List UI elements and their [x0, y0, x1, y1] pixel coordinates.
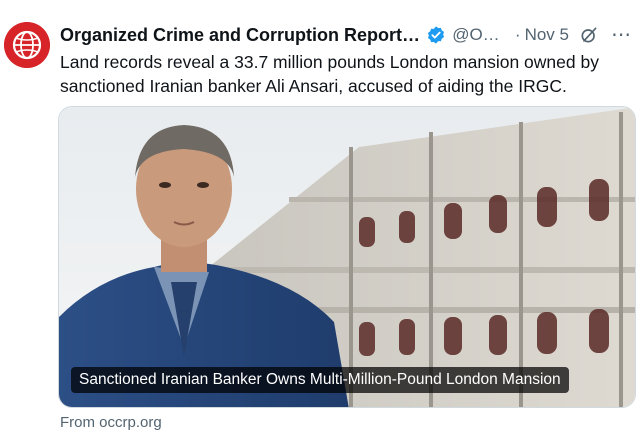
grok-icon[interactable]: [579, 25, 599, 45]
verified-badge-icon: [428, 26, 445, 44]
separator-dot: ·: [514, 25, 521, 44]
card-caption: Sanctioned Iranian Banker Owns Multi-Mil…: [71, 367, 569, 393]
card-image: [59, 107, 635, 407]
timestamp[interactable]: Nov 5: [525, 25, 569, 45]
link-card[interactable]: Sanctioned Iranian Banker Owns Multi-Mil…: [58, 106, 636, 408]
occrp-logo-icon: [4, 22, 50, 68]
more-options-icon[interactable]: ⋯: [611, 25, 632, 45]
tweet-header: Organized Crime and Corruption Reporting…: [60, 22, 632, 48]
tweet-text: Land records reveal a 33.7 million pound…: [60, 52, 599, 96]
display-name[interactable]: Organized Crime and Corruption Reporting…: [60, 25, 420, 46]
avatar[interactable]: [4, 22, 50, 68]
link-source[interactable]: From occrp.org: [60, 414, 162, 431]
handle[interactable]: @OC...: [452, 25, 505, 45]
